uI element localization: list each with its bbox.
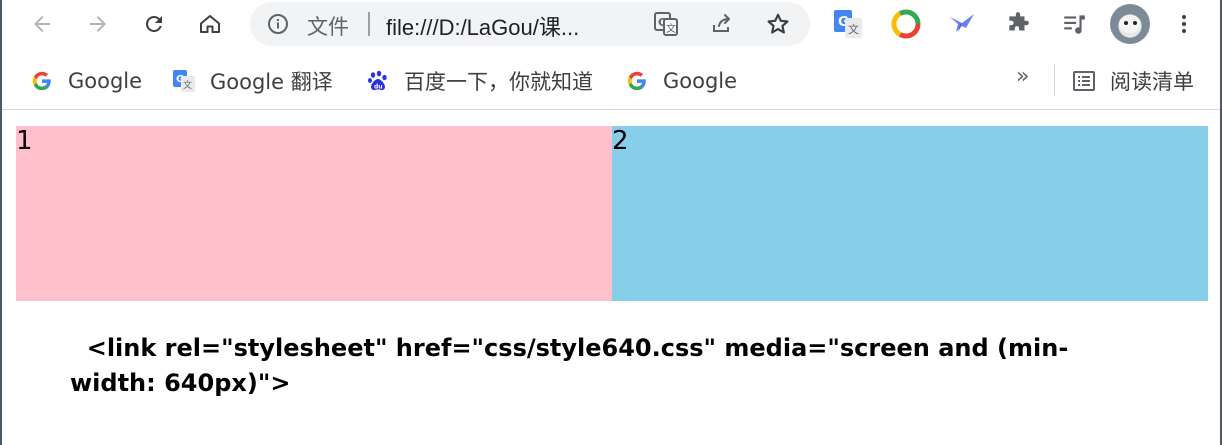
bookmarks-divider [1054, 64, 1055, 96]
menu-button[interactable] [1166, 6, 1202, 42]
kebab-menu-icon [1182, 15, 1186, 33]
box-1: 1 [16, 126, 612, 301]
bookmarks-bar: Google G文 Google 翻译 du 百度一下，你就知道 Google … [2, 52, 1220, 110]
flex-container: 1 2 [16, 126, 1208, 301]
bookmark-label: 百度一下，你就知道 [404, 70, 593, 94]
bookmark-label: Google 翻译 [210, 70, 333, 94]
bookmark-star-icon[interactable] [764, 10, 792, 38]
forward-button[interactable] [80, 6, 116, 42]
profile-avatar[interactable] [1110, 4, 1150, 44]
google-g-icon [30, 69, 54, 93]
google-translate-icon: G文 [172, 69, 196, 93]
reading-list-label: 阅读清单 [1110, 70, 1194, 94]
svg-text:文: 文 [848, 22, 859, 36]
google-translate-icon[interactable]: G文 [830, 6, 866, 42]
arrow-right-icon [90, 16, 106, 32]
home-button[interactable] [192, 6, 228, 42]
url-scheme-label: 文件 [307, 15, 349, 39]
google-g-icon [625, 69, 649, 93]
reload-button[interactable] [136, 6, 172, 42]
svg-text:文: 文 [183, 79, 192, 91]
bookmark-baidu[interactable]: du 百度一下，你就知道 [366, 66, 593, 96]
feather-extension-icon[interactable] [944, 6, 980, 42]
link-tag-text: <link rel="stylesheet" href="css/style64… [70, 334, 1069, 397]
omnibox-divider [368, 12, 370, 36]
page-content: 1 2 <link rel="stylesheet" href="css/sty… [2, 111, 1220, 445]
bookmark-label: Google [68, 69, 143, 93]
reload-icon [146, 16, 162, 32]
bookmark-google-translate[interactable]: G文 Google 翻译 [172, 66, 333, 96]
arrow-left-icon [34, 16, 50, 32]
bookmark-google-1[interactable]: Google [30, 66, 142, 96]
avatar-face [1119, 15, 1141, 33]
reading-list-icon [1072, 69, 1096, 93]
avatar-eye-left [1124, 21, 1128, 25]
avatar-eye-right [1133, 21, 1137, 25]
address-bar[interactable]: 文件 file:///D:/LaGou/课... G文 [250, 2, 810, 46]
info-icon[interactable] [264, 10, 292, 38]
bookmark-google-2[interactable]: Google [625, 66, 737, 96]
baidu-paw-icon: du [366, 69, 390, 93]
url-text[interactable]: file:///D:/LaGou/课... [386, 10, 579, 42]
svg-text:文: 文 [666, 22, 676, 35]
media-playlist-icon[interactable] [1056, 6, 1092, 42]
back-button[interactable] [24, 6, 60, 42]
browser-toolbar: 文件 file:///D:/LaGou/课... G文 G文 [2, 0, 1220, 52]
box-2: 2 [612, 126, 1208, 301]
share-icon[interactable] [708, 10, 736, 38]
reading-list-button[interactable]: 阅读清单 [1072, 66, 1194, 96]
puzzle-icon[interactable] [1000, 6, 1036, 42]
chrome-circle-icon[interactable] [888, 6, 924, 42]
bookmark-label: Google [663, 69, 738, 93]
svg-text:du: du [374, 84, 383, 91]
home-icon [200, 15, 220, 33]
bookmarks-overflow-button[interactable]: » [1016, 64, 1029, 89]
translate-page-icon[interactable]: G文 [652, 10, 680, 38]
